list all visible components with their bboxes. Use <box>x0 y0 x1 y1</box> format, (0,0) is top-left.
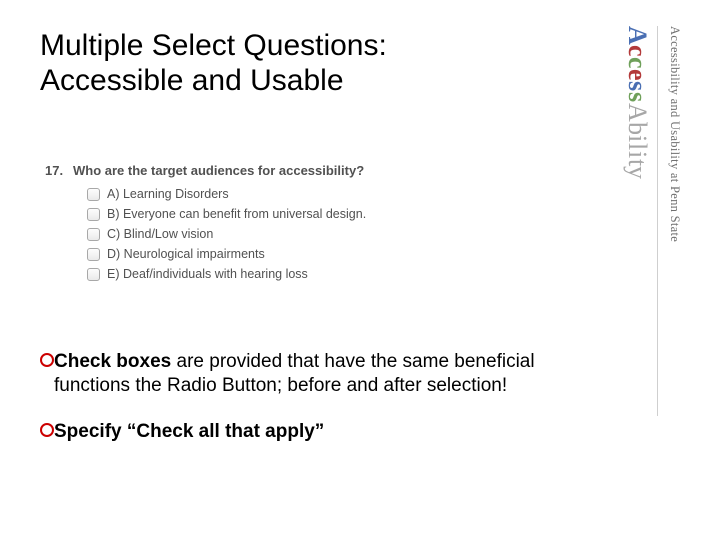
sidebar-brand: A c c e s s A b i l i t y Accessibility … <box>614 26 692 506</box>
brand-letter: e <box>622 69 652 81</box>
question-number: 17. <box>45 163 73 178</box>
brand-letter: c <box>622 45 652 57</box>
bullet-text: Specify “Check all that apply” <box>54 420 550 444</box>
brand-letter: b <box>622 122 652 136</box>
brand-letter: i <box>622 135 652 143</box>
option-row: A) Learning Disorders <box>87 187 445 201</box>
bullet-list: Check boxes are provided that have the s… <box>40 350 550 465</box>
title-line-2: Accessible and Usable <box>40 63 387 98</box>
brand-letter: i <box>622 151 652 159</box>
bullet-strong: Check boxes <box>54 351 171 372</box>
question-block: 17. Who are the target audiences for acc… <box>45 163 445 287</box>
checkbox-icon[interactable] <box>87 228 100 241</box>
question-line: 17. Who are the target audiences for acc… <box>45 163 445 178</box>
option-row: C) Blind/Low vision <box>87 227 445 241</box>
checkbox-icon[interactable] <box>87 268 100 281</box>
checkbox-icon[interactable] <box>87 248 100 261</box>
vertical-divider <box>657 26 658 416</box>
options-list: A) Learning Disorders B) Everyone can be… <box>87 187 445 281</box>
brand-letter: s <box>622 92 652 103</box>
option-label: D) Neurological impairments <box>107 247 265 261</box>
brand-letter: A <box>622 103 652 122</box>
option-label: C) Blind/Low vision <box>107 227 213 241</box>
brand-letter: y <box>622 166 652 180</box>
option-label: E) Deaf/individuals with hearing loss <box>107 267 308 281</box>
brand-letter: s <box>622 81 652 92</box>
checkbox-icon[interactable] <box>87 208 100 221</box>
option-label: A) Learning Disorders <box>107 187 229 201</box>
option-label: B) Everyone can benefit from universal d… <box>107 207 366 221</box>
bullet-text: Check boxes are provided that have the s… <box>54 350 550 398</box>
bullet-item: Check boxes are provided that have the s… <box>40 350 550 398</box>
brand-letter: l <box>622 143 652 151</box>
option-row: B) Everyone can benefit from universal d… <box>87 207 445 221</box>
title-line-1: Multiple Select Questions: <box>40 28 387 63</box>
option-row: D) Neurological impairments <box>87 247 445 261</box>
brand-letter: A <box>622 26 652 45</box>
ring-bullet-icon <box>40 423 54 437</box>
option-row: E) Deaf/individuals with hearing loss <box>87 267 445 281</box>
slide: Multiple Select Questions: Accessible an… <box>0 0 720 540</box>
brand-tagline: Accessibility and Usability at Penn Stat… <box>667 26 682 242</box>
page-title: Multiple Select Questions: Accessible an… <box>40 28 387 99</box>
brand-letter: t <box>622 159 652 167</box>
brand-letter: c <box>622 57 652 69</box>
bullet-strong: Specify “Check all that apply” <box>54 421 324 442</box>
checkbox-icon[interactable] <box>87 188 100 201</box>
bullet-item: Specify “Check all that apply” <box>40 420 550 444</box>
question-text: Who are the target audiences for accessi… <box>73 163 364 178</box>
ring-bullet-icon <box>40 353 54 367</box>
brand-wordmark: A c c e s s A b i l i t y <box>622 26 652 180</box>
